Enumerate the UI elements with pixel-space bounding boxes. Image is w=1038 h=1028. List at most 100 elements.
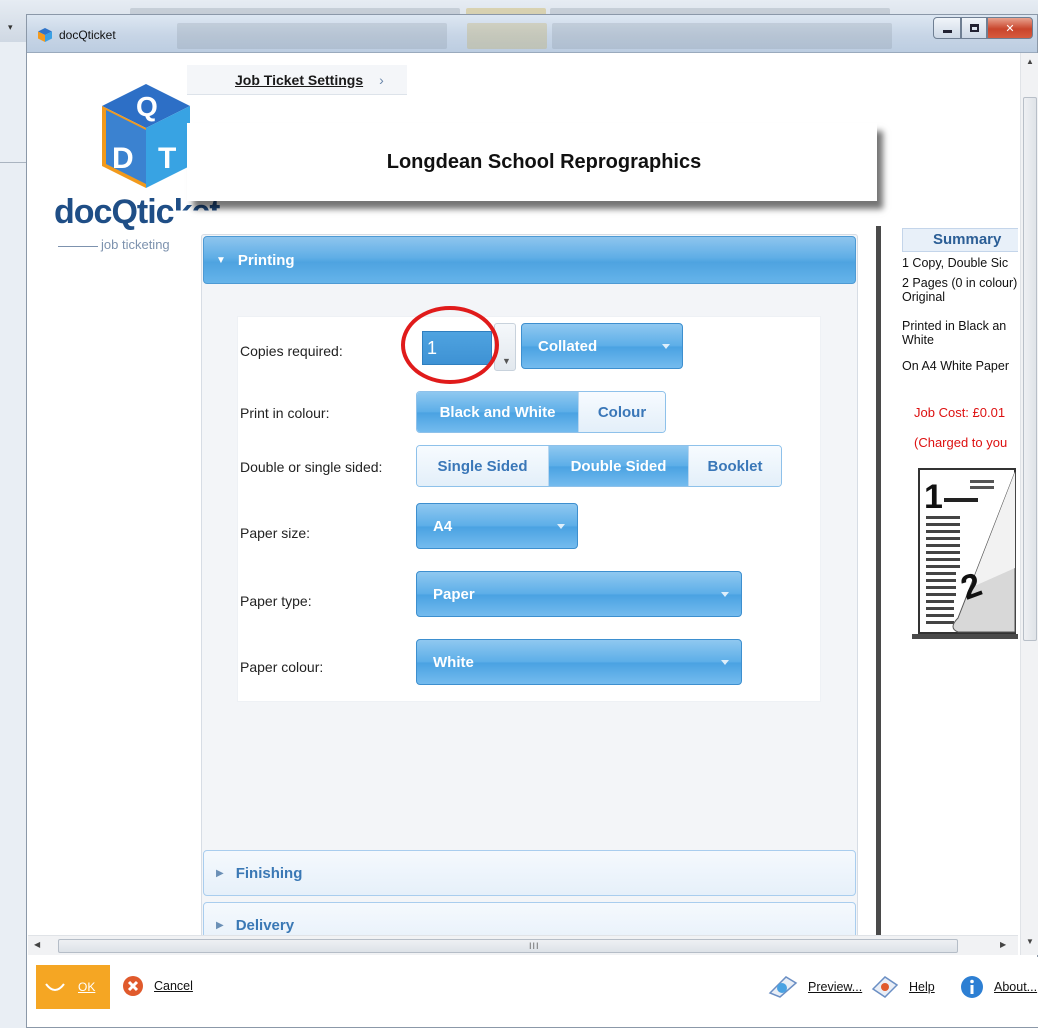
vertical-scroll-thumb[interactable]: [1023, 97, 1037, 641]
paper-type-dropdown[interactable]: Paper: [416, 571, 742, 617]
svg-text:1: 1: [924, 478, 943, 516]
preview-icon: [768, 976, 798, 998]
option-colour[interactable]: Colour: [579, 392, 665, 432]
summary-pages: 2 Pages (0 in colour) Original: [902, 276, 1018, 304]
section-finishing-header[interactable]: ▶ Finishing: [203, 850, 856, 896]
horizontal-scroll-thumb[interactable]: III: [58, 939, 958, 953]
action-bar: OK Cancel Preview... Help About...: [28, 957, 1038, 1027]
option-black-and-white[interactable]: Black and White: [417, 392, 579, 432]
host-caret-icon: ▾: [8, 22, 13, 32]
title-bar[interactable]: docQticket ✕: [27, 15, 1037, 53]
ok-button[interactable]: OK: [36, 965, 110, 1009]
preview-button[interactable]: Preview...: [768, 975, 862, 999]
minimize-button[interactable]: [933, 17, 961, 39]
svg-text:Q: Q: [136, 91, 158, 122]
document-preview-icon: 1 2: [918, 468, 1016, 634]
svg-text:D: D: [112, 142, 134, 175]
preview-label: Preview...: [808, 980, 863, 994]
svg-text:T: T: [158, 142, 176, 175]
logo-text-part: tic: [136, 193, 175, 231]
collation-value: Collated: [538, 337, 598, 355]
collapsed-triangle-icon: ▶: [216, 919, 224, 931]
paper-type-label: Paper type:: [240, 593, 312, 609]
cancel-button[interactable]: Cancel: [122, 975, 193, 997]
paper-type-value: Paper: [433, 585, 475, 603]
paper-size-value: A4: [433, 517, 453, 535]
cancel-label: Cancel: [154, 979, 193, 993]
collation-dropdown[interactable]: Collated: [521, 323, 683, 369]
logo-subtitle: job ticketing: [101, 237, 170, 252]
summary-printed: Printed in Black an White: [902, 319, 1007, 347]
colour-toggle: Black and White Colour: [416, 391, 666, 433]
section-printing-label: Printing: [237, 251, 295, 269]
window-title: docQticket: [59, 28, 116, 42]
title-blur: [177, 23, 447, 49]
close-button[interactable]: ✕: [987, 17, 1033, 39]
dialog-content: Q D T docQticket job ticketing Job Ticke…: [28, 53, 1018, 955]
section-printing-header[interactable]: ▼ Printing: [203, 236, 856, 284]
option-single-sided[interactable]: Single Sided: [417, 446, 549, 486]
cancel-x-icon: [123, 976, 143, 996]
spinner-down-icon: ▼: [502, 356, 511, 366]
section-delivery-label: Delivery: [235, 916, 295, 934]
organization-header: Longdean School Reprographics: [187, 123, 877, 201]
paper-size-label: Paper size:: [240, 525, 311, 541]
minimize-icon: [942, 29, 952, 33]
host-left-strip: [0, 42, 28, 1028]
host-divider: [0, 162, 28, 163]
expanded-triangle-icon: ▼: [216, 254, 226, 266]
docqticket-logo-cube-icon: Q D T: [102, 84, 190, 188]
breadcrumb-job-ticket-settings[interactable]: Job Ticket Settings: [235, 72, 363, 88]
logo-subline: [58, 246, 98, 247]
sides-toggle: Single Sided Double Sided Booklet: [416, 445, 782, 487]
maximize-button[interactable]: [961, 17, 987, 39]
about-button[interactable]: About...: [960, 975, 1037, 999]
about-label: About...: [994, 980, 1038, 994]
chevron-down-icon: [721, 660, 729, 665]
close-icon: ✕: [1005, 22, 1015, 35]
collapsed-triangle-icon: ▶: [216, 867, 224, 879]
paper-colour-value: White: [433, 653, 474, 671]
paper-colour-label: Paper colour:: [240, 659, 324, 675]
scroll-left-icon[interactable]: ◀: [34, 940, 40, 949]
section-finishing-label: Finishing: [235, 864, 303, 882]
title-blur: [467, 23, 547, 49]
scroll-right-icon[interactable]: ▶: [1000, 940, 1006, 949]
paper-colour-dropdown[interactable]: White: [416, 639, 742, 685]
chevron-down-icon: [662, 344, 670, 349]
ok-label: OK: [78, 980, 96, 994]
breadcrumb-chevron-icon: ›: [379, 71, 384, 88]
help-button[interactable]: Help: [871, 975, 935, 999]
sides-label: Double or single sided:: [240, 459, 383, 475]
scroll-down-icon[interactable]: ▼: [1026, 937, 1034, 946]
copies-label: Copies required:: [240, 343, 343, 359]
vertical-scrollbar[interactable]: ▲ ▼: [1020, 53, 1038, 955]
summary-copies: 1 Copy, Double Sic: [902, 256, 1009, 270]
paper-size-dropdown[interactable]: A4: [416, 503, 578, 549]
preview-shadow: [912, 634, 1018, 639]
maximize-icon: [969, 24, 979, 32]
logo-text-part: docQ: [54, 193, 138, 231]
horizontal-scrollbar[interactable]: ◀ III ▶: [28, 935, 1018, 955]
breadcrumb[interactable]: Job Ticket Settings ›: [187, 65, 407, 95]
ok-check-icon: [45, 983, 65, 991]
option-double-sided[interactable]: Double Sided: [549, 446, 689, 486]
scroll-grip-icon: III: [529, 941, 540, 951]
help-icon: [871, 976, 899, 998]
summary-title: Summary: [902, 228, 1018, 252]
help-label: Help: [909, 980, 935, 994]
chevron-down-icon: [557, 524, 565, 529]
title-blur: [552, 23, 892, 49]
app-cube-icon: [38, 28, 52, 42]
panel-divider: [876, 226, 881, 955]
docqticket-window: docQticket ✕ Q D T docQticket job ticket…: [26, 14, 1038, 1028]
summary-paper: On A4 White Paper: [902, 359, 1010, 373]
chevron-down-icon: [721, 592, 729, 597]
option-booklet[interactable]: Booklet: [689, 446, 781, 486]
job-cost: Job Cost: £0.01: [914, 405, 1006, 420]
colour-label: Print in colour:: [240, 405, 330, 421]
charged-to: (Charged to you: [914, 435, 1008, 450]
highlight-circle: [401, 306, 499, 384]
scroll-up-icon[interactable]: ▲: [1026, 57, 1034, 66]
info-icon: [961, 976, 983, 998]
